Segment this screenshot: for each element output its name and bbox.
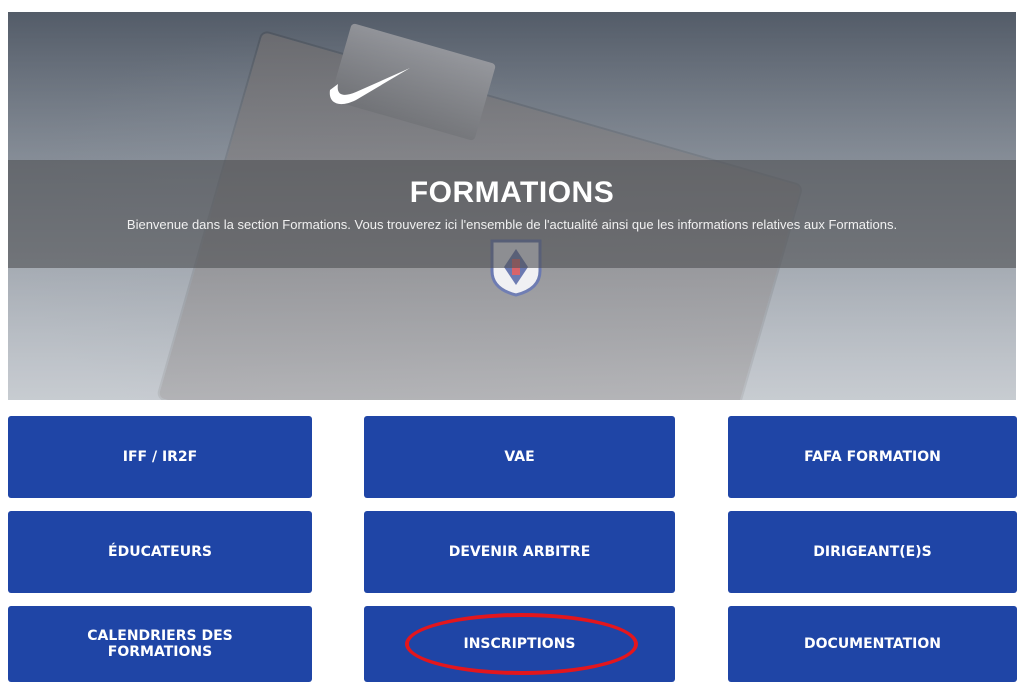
page-title: FORMATIONS [409, 176, 615, 209]
tile-dirigeants[interactable]: DIRIGEANT(E)S [728, 511, 1017, 593]
tile-documentation[interactable]: DOCUMENTATION [728, 606, 1017, 682]
tile-calendriers-des-formations[interactable]: CALENDRIERS DES FORMATIONS [8, 606, 312, 682]
tile-iff-ir2f[interactable]: IFF / IR2F [8, 416, 312, 498]
tile-educateurs[interactable]: ÉDUCATEURS [8, 511, 312, 593]
tile-fafa-formation[interactable]: FAFA FORMATION [728, 416, 1017, 498]
hero-banner-image: FORMATIONS Bienvenue dans la section For… [8, 12, 1016, 400]
page-intro-text: Bienvenue dans la section Formations. Vo… [126, 217, 898, 232]
hero-caption: FORMATIONS Bienvenue dans la section For… [8, 160, 1016, 268]
tile-vae[interactable]: VAE [364, 416, 675, 498]
tile-devenir-arbitre[interactable]: DEVENIR ARBITRE [364, 511, 675, 593]
tile-inscriptions[interactable]: INSCRIPTIONS [364, 606, 675, 682]
